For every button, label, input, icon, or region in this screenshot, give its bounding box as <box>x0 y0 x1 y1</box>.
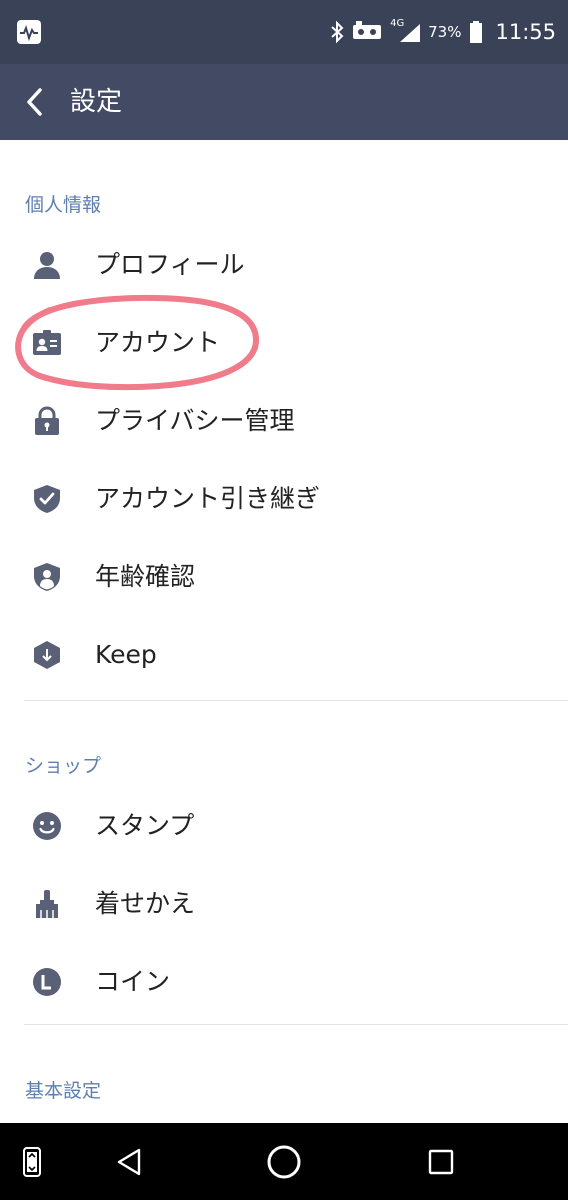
shield-person-icon <box>34 563 60 591</box>
settings-item-label: アカウント引き継ぎ <box>95 484 321 513</box>
nav-recents-button[interactable] <box>416 1123 466 1200</box>
shield-check-icon <box>34 485 60 513</box>
back-button[interactable] <box>12 78 56 126</box>
screen-rotate-button[interactable] <box>10 1123 54 1200</box>
settings-item-label: 着せかえ <box>95 889 196 918</box>
section-divider <box>24 1024 568 1025</box>
keep-download-icon <box>34 641 60 669</box>
signal-icon <box>400 24 421 42</box>
settings-item-label: プライバシー管理 <box>95 406 295 435</box>
person-icon <box>34 252 60 279</box>
chevron-left-icon <box>27 88 42 116</box>
settings-item-coins[interactable]: コイン <box>0 943 568 1021</box>
settings-screen: 4G 73% 11:55 設定 個人情報 プロフィール アカウント プライバシー… <box>0 0 568 1200</box>
settings-item-age-verification[interactable]: 年齢確認 <box>0 538 568 616</box>
settings-item-themes[interactable]: 着せかえ <box>0 865 568 943</box>
settings-item-label: Keep <box>95 640 157 669</box>
home-circle-icon <box>267 1145 301 1178</box>
settings-item-stickers[interactable]: スタンプ <box>0 787 568 865</box>
navigation-bar <box>0 1123 568 1200</box>
settings-item-label: プロフィール <box>95 250 245 279</box>
vr-icon <box>353 21 382 39</box>
settings-item-profile[interactable]: プロフィール <box>0 226 568 304</box>
phone-rotate-icon <box>23 1146 41 1177</box>
section-header-basic: 基本設定 <box>25 1080 102 1102</box>
clock: 11:55 <box>495 20 556 44</box>
settings-item-label: コイン <box>95 967 171 996</box>
settings-item-account[interactable]: アカウント <box>0 304 568 382</box>
bluetooth-icon <box>331 20 344 44</box>
settings-item-keep[interactable]: Keep <box>0 616 568 694</box>
section-divider <box>24 700 568 701</box>
square-recents-icon <box>428 1149 454 1174</box>
network-indicator: 4G <box>390 18 421 44</box>
brush-icon <box>36 890 58 918</box>
activity-monitor-icon <box>17 20 41 44</box>
battery-icon <box>470 21 483 43</box>
coin-icon <box>33 968 61 996</box>
triangle-back-icon <box>117 1148 141 1175</box>
nav-back-button[interactable] <box>104 1123 154 1200</box>
settings-item-account-transfer[interactable]: アカウント引き継ぎ <box>0 460 568 538</box>
smiley-icon <box>33 812 61 840</box>
lock-icon <box>35 406 59 435</box>
id-card-icon <box>33 330 61 355</box>
page-title: 設定 <box>70 87 123 117</box>
status-bar: 4G 73% 11:55 <box>0 0 568 64</box>
settings-item-label: アカウント <box>95 328 221 357</box>
status-icons: 4G 73% 11:55 <box>330 0 556 64</box>
settings-item-privacy[interactable]: プライバシー管理 <box>0 382 568 460</box>
settings-item-label: 年齢確認 <box>95 562 196 591</box>
battery-percent: 73% <box>428 23 462 41</box>
section-header-shop: ショップ <box>25 755 102 777</box>
nav-home-button[interactable] <box>259 1123 309 1200</box>
section-header-personal: 個人情報 <box>25 194 102 216</box>
settings-item-label: スタンプ <box>95 811 195 840</box>
app-bar: 設定 <box>0 64 568 140</box>
settings-list[interactable]: 個人情報 プロフィール アカウント プライバシー管理 アカウント引き継ぎ 年齢確… <box>0 140 568 1123</box>
